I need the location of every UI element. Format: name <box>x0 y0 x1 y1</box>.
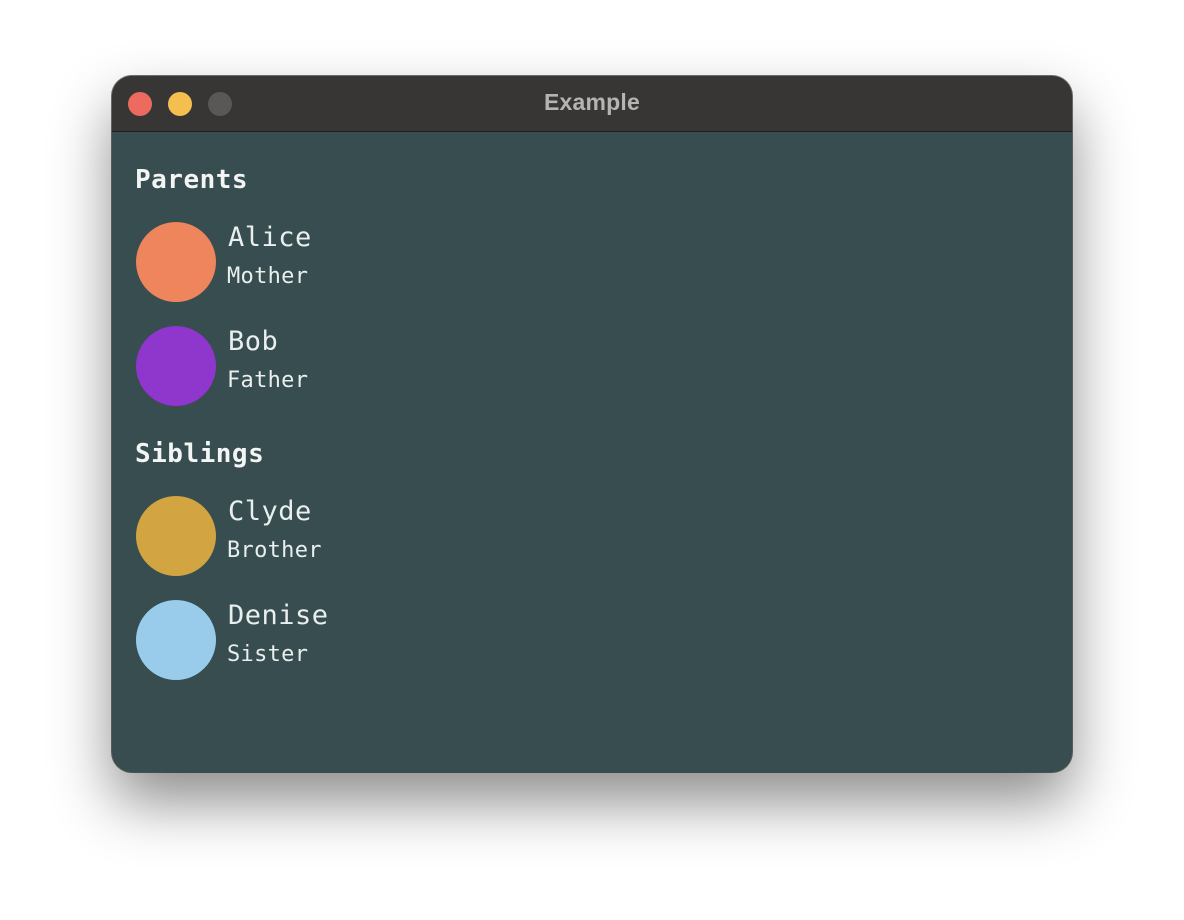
app-window: Example Parents Alice Mother Bob Father … <box>112 76 1072 772</box>
person-item-clyde: Clyde Brother <box>136 496 436 580</box>
avatar <box>136 222 216 302</box>
person-relation: Sister <box>227 642 309 667</box>
person-relation: Father <box>227 368 309 393</box>
section-title-siblings: Siblings <box>135 439 265 469</box>
avatar <box>136 496 216 576</box>
person-name: Denise <box>228 600 329 631</box>
person-name: Alice <box>228 222 312 253</box>
section-title-parents: Parents <box>135 165 249 195</box>
avatar <box>136 600 216 680</box>
person-item-denise: Denise Sister <box>136 600 436 684</box>
person-name: Bob <box>228 326 279 357</box>
person-item-bob: Bob Father <box>136 326 436 410</box>
person-item-alice: Alice Mother <box>136 222 436 306</box>
title-bar[interactable]: Example <box>112 76 1072 132</box>
person-relation: Mother <box>227 264 309 289</box>
family-list: Parents Alice Mother Bob Father Siblings… <box>112 132 1072 772</box>
person-name: Clyde <box>228 496 312 527</box>
person-relation: Brother <box>227 538 322 563</box>
window-title: Example <box>543 89 640 115</box>
avatar <box>136 326 216 406</box>
